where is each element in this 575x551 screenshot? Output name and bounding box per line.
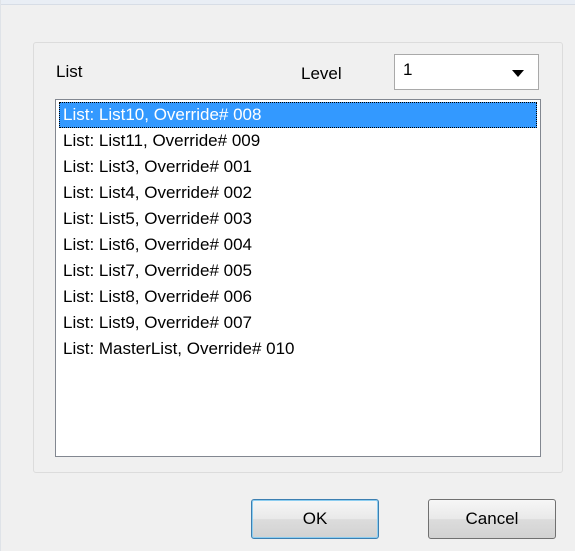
list-item[interactable]: List: List11, Override# 009 bbox=[59, 128, 537, 154]
list-item[interactable]: List: List5, Override# 003 bbox=[59, 206, 537, 232]
level-label: Level bbox=[301, 64, 342, 83]
list-item[interactable]: List: List7, Override# 005 bbox=[59, 258, 537, 284]
chevron-down-icon[interactable] bbox=[512, 70, 524, 77]
list-item[interactable]: List: List9, Override# 007 bbox=[59, 310, 537, 336]
list-item[interactable]: List: List10, Override# 008 bbox=[59, 102, 537, 128]
level-dropdown-value: 1 bbox=[403, 60, 413, 79]
cancel-button[interactable]: Cancel bbox=[428, 499, 556, 539]
list-item[interactable]: List: List6, Override# 004 bbox=[59, 232, 537, 258]
level-dropdown[interactable]: 1 bbox=[394, 54, 539, 90]
list-item[interactable]: List: List8, Override# 006 bbox=[59, 284, 537, 310]
list-item[interactable]: List: MasterList, Override# 010 bbox=[59, 336, 537, 362]
list-item[interactable]: List: List3, Override# 001 bbox=[59, 154, 537, 180]
list-item[interactable]: List: List4, Override# 002 bbox=[59, 180, 537, 206]
dialog-window: List Level 1 List: List10, Override# 008… bbox=[0, 0, 575, 551]
list-label: List bbox=[56, 62, 83, 81]
list-box[interactable]: List: List10, Override# 008 List: List11… bbox=[55, 99, 541, 457]
ok-button[interactable]: OK bbox=[251, 499, 379, 539]
window-top-edge bbox=[1, 0, 575, 5]
